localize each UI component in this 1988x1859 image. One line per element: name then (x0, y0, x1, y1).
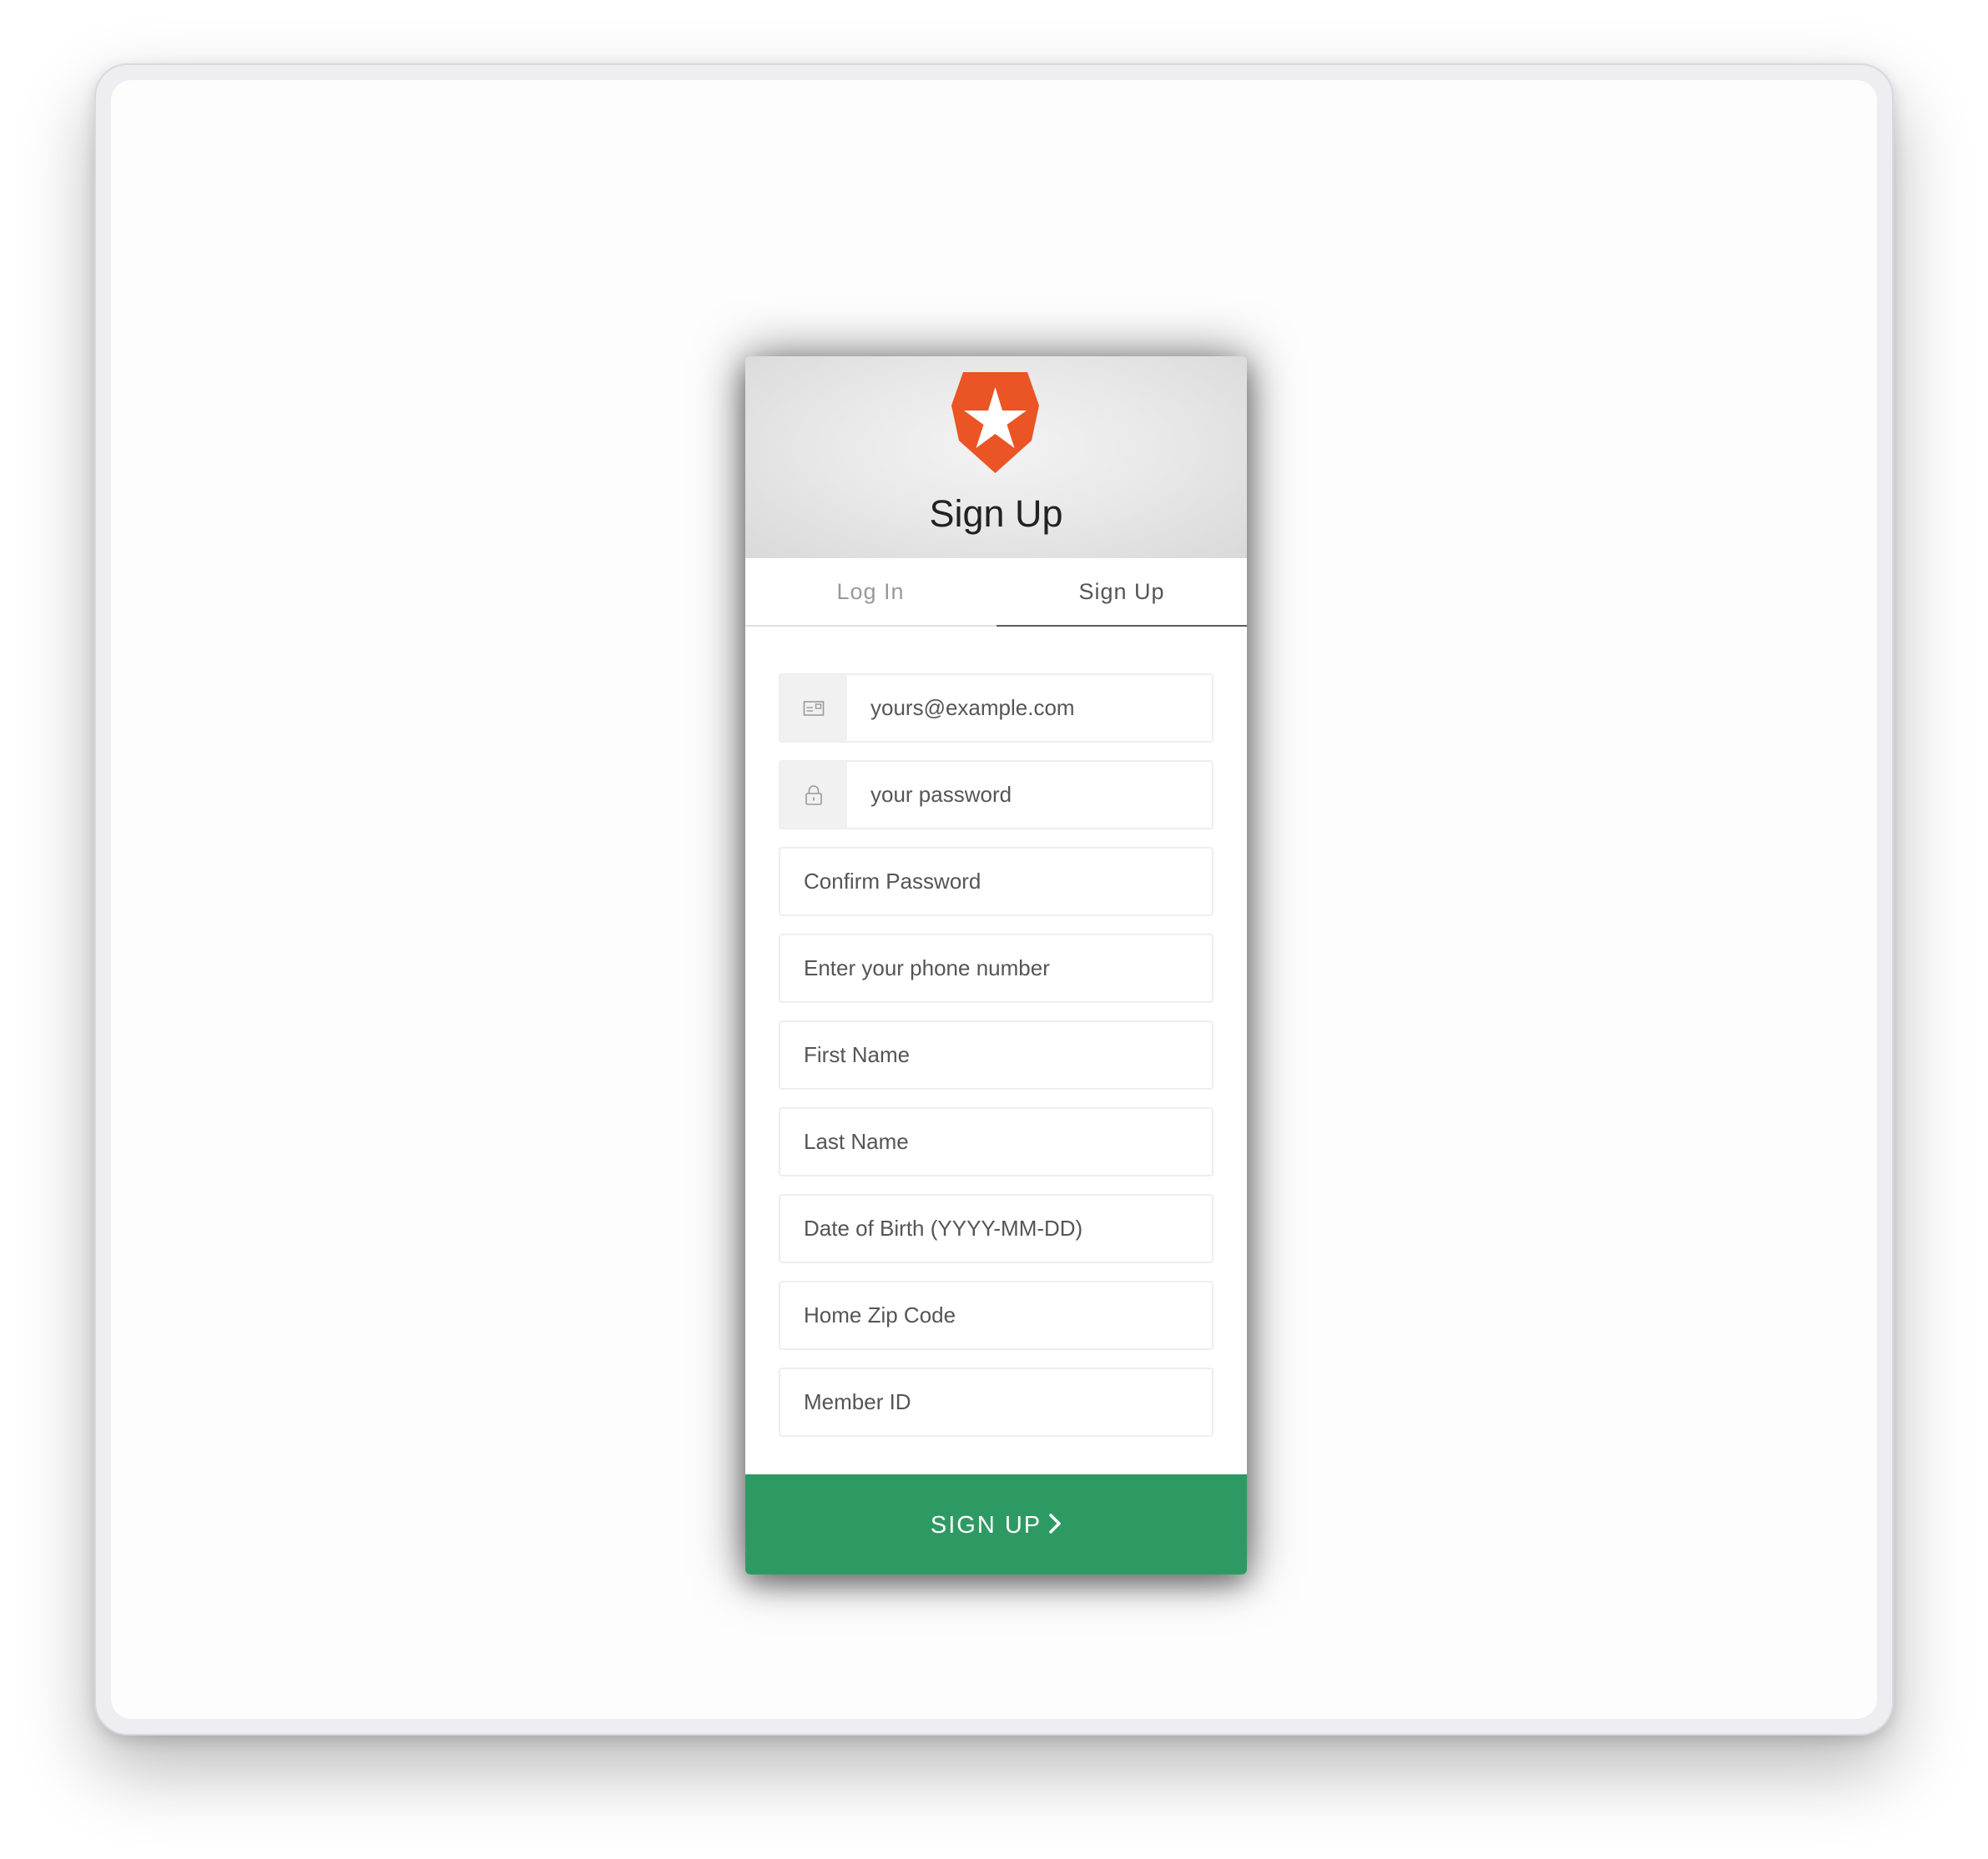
date-of-birth-input[interactable] (804, 1196, 1204, 1262)
signup-widget: Sign Up Log In Sign Up yours@example.com… (745, 356, 1247, 1574)
app-window: Sign Up Log In Sign Up yours@example.com… (94, 63, 1894, 1736)
envelope-icon (803, 701, 825, 716)
password-field-wrapper (779, 760, 1213, 829)
member-id-field-wrapper (779, 1368, 1213, 1437)
window-content: Sign Up Log In Sign Up yours@example.com… (111, 80, 1877, 1719)
auth-tabs: Log In Sign Up (745, 558, 1247, 627)
widget-header: Sign Up (745, 356, 1247, 558)
phone-input[interactable] (804, 935, 1204, 1001)
first-name-field-wrapper (779, 1020, 1213, 1090)
auth0-shield-star-icon (951, 372, 1039, 473)
lock-icon (805, 785, 822, 805)
password-icon-box (780, 762, 847, 828)
member-id-input[interactable] (804, 1369, 1204, 1435)
dob-field-wrapper (779, 1194, 1213, 1263)
page-title: Sign Up (929, 492, 1063, 535)
first-name-input[interactable] (804, 1022, 1204, 1088)
last-name-field-wrapper (779, 1107, 1213, 1176)
confirm-password-field-wrapper (779, 847, 1213, 916)
sign-up-button-label: SIGN UP (930, 1512, 1042, 1539)
chevron-right-icon (1049, 1514, 1061, 1534)
email-field-wrapper (779, 673, 1213, 743)
confirm-password-input[interactable] (804, 849, 1204, 914)
email-input[interactable] (870, 675, 1204, 741)
password-input[interactable] (870, 762, 1204, 828)
zip-field-wrapper (779, 1281, 1213, 1350)
tab-sign-up[interactable]: Sign Up (997, 558, 1247, 627)
email-icon-box (780, 675, 847, 741)
sign-up-button[interactable]: SIGN UP (745, 1474, 1247, 1574)
tab-log-in[interactable]: Log In (745, 558, 996, 625)
phone-field-wrapper (779, 934, 1213, 1003)
zip-code-input[interactable] (804, 1282, 1204, 1348)
last-name-input[interactable] (804, 1109, 1204, 1175)
